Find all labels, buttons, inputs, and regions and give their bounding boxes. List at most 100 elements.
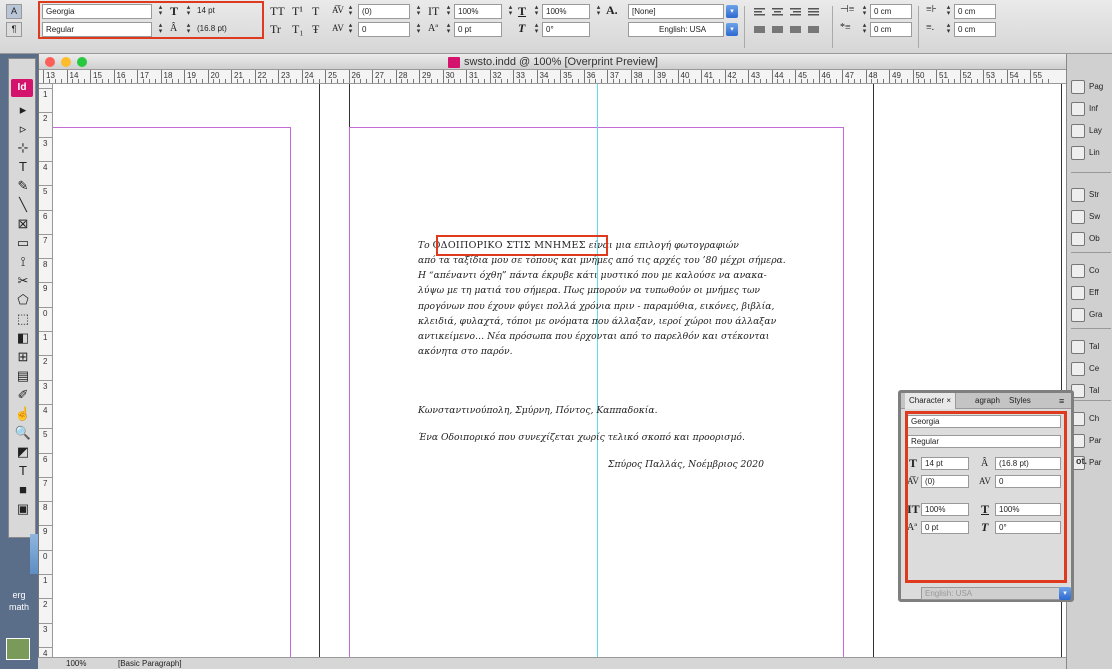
character-mode-button[interactable]: A bbox=[6, 4, 22, 19]
underline-button[interactable]: T bbox=[312, 4, 319, 18]
closing-line[interactable]: Ένα Οδοιπορικό που συνεχίζεται χωρίς τελ… bbox=[418, 431, 745, 445]
close-window-icon[interactable] bbox=[45, 57, 55, 67]
desktop-thumbnail[interactable] bbox=[6, 638, 30, 660]
places-line[interactable]: Κωνσταντινούπολη, Σμύρνη, Πόντος, Καππαδ… bbox=[418, 404, 658, 418]
dock-item-info[interactable]: Inf bbox=[1071, 98, 1112, 120]
dock-item-object-styles[interactable]: Ob bbox=[1071, 228, 1112, 250]
tab-paragraph[interactable]: agraph bbox=[975, 393, 1000, 409]
baseline-shift-field[interactable]: 0 pt bbox=[454, 22, 502, 37]
horizontal-scale-dropdown-icon[interactable]: ▴ ▾ bbox=[594, 4, 603, 18]
text-line[interactable]: κλειδιά, φυλαχτά, τόποι με ονόματα που ά… bbox=[418, 315, 776, 329]
tool-button[interactable]: ⬚ bbox=[13, 310, 33, 328]
tool-button[interactable]: ▣ bbox=[13, 500, 33, 518]
alignment-buttons[interactable] bbox=[752, 5, 838, 45]
language-field[interactable]: English: USA bbox=[628, 22, 724, 37]
dock-item-gradient[interactable]: Gra bbox=[1071, 304, 1112, 326]
tracking-stepper[interactable]: ▴ ▾ bbox=[346, 22, 355, 36]
tool-button[interactable]: ✂ bbox=[13, 272, 33, 290]
character-style-dropdown-icon[interactable]: ▾ bbox=[726, 5, 738, 18]
superscript-button[interactable]: T¹ bbox=[292, 4, 303, 18]
character-panel[interactable]: Character × agraph Styles ≡ Georgia Regu… bbox=[898, 390, 1074, 602]
baseline-shift-stepper[interactable]: ▴ ▾ bbox=[444, 22, 453, 36]
dock-item-swatches[interactable]: Sw bbox=[1071, 206, 1112, 228]
page-indicator[interactable]: [Basic Paragraph] bbox=[118, 658, 182, 669]
vertical-ruler[interactable]: 123456789012345678901234 bbox=[39, 84, 53, 669]
kerning-stepper[interactable]: ▴ ▾ bbox=[346, 4, 355, 18]
tool-button[interactable]: ⟟ bbox=[13, 253, 33, 271]
tool-button[interactable]: ⊹ bbox=[13, 139, 33, 157]
horizontal-scale-stepper[interactable]: ▴ ▾ bbox=[532, 4, 541, 18]
dock-item-table[interactable]: Tal bbox=[1071, 336, 1112, 358]
dock-item-links[interactable]: Lin bbox=[1071, 142, 1112, 164]
dock-item-pages[interactable]: Pag bbox=[1071, 76, 1112, 98]
tool-button[interactable]: ✎ bbox=[13, 177, 33, 195]
skew-stepper[interactable]: ▴ ▾ bbox=[532, 22, 541, 36]
tab-character[interactable]: Character × bbox=[905, 393, 957, 409]
left-indent-stepper[interactable]: ▴ ▾ bbox=[860, 4, 869, 18]
character-style-field[interactable]: [None] bbox=[628, 4, 724, 19]
language-dropdown-icon[interactable]: ▾ bbox=[726, 23, 738, 36]
small-caps-button[interactable]: Tr bbox=[270, 22, 281, 36]
tracking-dropdown-icon[interactable]: ▴ ▾ bbox=[414, 22, 423, 36]
signature-line[interactable]: Σπύρος Παλλάς, Νοέμβριος 2020 bbox=[608, 458, 764, 472]
tool-button[interactable]: 🔍 bbox=[13, 424, 33, 442]
tool-button[interactable]: ✐ bbox=[13, 386, 33, 404]
first-line-indent-field[interactable]: 0 cm bbox=[870, 22, 912, 37]
vertical-scale-field[interactable]: 100% bbox=[454, 4, 502, 19]
dock-item-table-styles[interactable]: Tal bbox=[1071, 380, 1112, 402]
paragraph-mode-button[interactable]: ¶ bbox=[6, 22, 22, 37]
text-line[interactable]: ακόνητα στο παρόν. bbox=[418, 345, 513, 359]
tool-button[interactable]: ▤ bbox=[13, 367, 33, 385]
zoom-level[interactable]: 100% bbox=[66, 658, 86, 669]
horizontal-scale-field[interactable]: 100% bbox=[542, 4, 590, 19]
tool-button[interactable]: ☝ bbox=[13, 405, 33, 423]
tool-button[interactable]: T bbox=[13, 158, 33, 176]
text-line[interactable]: λύψω με τη ματιά του σήμερα. Πως μπορούν… bbox=[418, 284, 760, 298]
tool-button[interactable]: ◩ bbox=[13, 443, 33, 461]
zoom-window-icon[interactable] bbox=[77, 57, 87, 67]
panel-menu-icon[interactable]: ≡ bbox=[1059, 393, 1064, 409]
subscript-button[interactable]: T₁ bbox=[292, 22, 304, 36]
skew-field[interactable]: 0° bbox=[542, 22, 590, 37]
strikethrough-button[interactable]: Ŧ bbox=[312, 22, 319, 36]
left-indent-field[interactable]: 0 cm bbox=[870, 4, 912, 19]
space-after-stepper[interactable]: ▴ ▾ bbox=[944, 22, 953, 36]
text-line[interactable]: Η “απέναντι όχθη” πάντα έκρυβε κάτι μυστ… bbox=[418, 269, 767, 283]
dock-item-cell-styles[interactable]: Ce bbox=[1071, 358, 1112, 380]
tool-button[interactable]: ◧ bbox=[13, 329, 33, 347]
tracking-field[interactable]: 0 bbox=[358, 22, 410, 37]
panel-language-field[interactable]: English: USA bbox=[921, 587, 1061, 600]
tool-button[interactable]: ■ bbox=[13, 481, 33, 499]
tool-button[interactable]: ⊠ bbox=[13, 215, 33, 233]
kerning-field[interactable]: (0) bbox=[358, 4, 410, 19]
space-before-stepper[interactable]: ▴ ▾ bbox=[944, 4, 953, 18]
dock-item-stroke[interactable]: Str bbox=[1071, 184, 1112, 206]
text-line[interactable]: αντικείμενο… Νέα πρόσωπα που έρχονται απ… bbox=[418, 330, 769, 344]
vertical-scale-dropdown-icon[interactable]: ▴ ▾ bbox=[506, 4, 515, 18]
tool-button[interactable]: ▸ bbox=[13, 101, 33, 119]
text-line[interactable]: από τα ταξίδια μου σε τόπους και μνήμες … bbox=[418, 254, 786, 268]
dock-item-effects[interactable]: Eff bbox=[1071, 282, 1112, 304]
vertical-scale-stepper[interactable]: ▴ ▾ bbox=[444, 4, 453, 18]
ruler-guide[interactable] bbox=[597, 84, 598, 669]
space-after-field[interactable]: 0 cm bbox=[954, 22, 996, 37]
dock-item-character[interactable]: Ch bbox=[1071, 408, 1112, 430]
space-before-field[interactable]: 0 cm bbox=[954, 4, 996, 19]
kerning-dropdown-icon[interactable]: ▴ ▾ bbox=[414, 4, 423, 18]
dock-item-color[interactable]: Co bbox=[1071, 260, 1112, 282]
panel-language-dropdown-icon[interactable]: ▾ bbox=[1059, 587, 1071, 600]
tool-button[interactable]: ▹ bbox=[13, 120, 33, 138]
dock-item-layers[interactable]: Lay bbox=[1071, 120, 1112, 142]
dock-item-paragraph[interactable]: Par bbox=[1071, 430, 1112, 452]
tool-button[interactable]: ⊞ bbox=[13, 348, 33, 366]
tool-button[interactable]: ╲ bbox=[13, 196, 33, 214]
text-line[interactable]: προγόνων που έχουν φύγει πολλά χρόνια πρ… bbox=[418, 300, 774, 314]
tool-button[interactable]: ⬠ bbox=[13, 291, 33, 309]
tab-character-styles[interactable]: Styles bbox=[1009, 393, 1031, 409]
first-line-indent-stepper[interactable]: ▴ ▾ bbox=[860, 22, 869, 36]
all-caps-button[interactable]: TT bbox=[270, 4, 285, 18]
tool-button[interactable]: T bbox=[13, 462, 33, 480]
horizontal-ruler[interactable]: 13 14 15 16 17 18 19 20 21 22 23 24 25 26 27 28 29 30 31 32… bbox=[39, 70, 1067, 84]
minimize-window-icon[interactable] bbox=[61, 57, 71, 67]
tool-button[interactable]: ▭ bbox=[13, 234, 33, 252]
